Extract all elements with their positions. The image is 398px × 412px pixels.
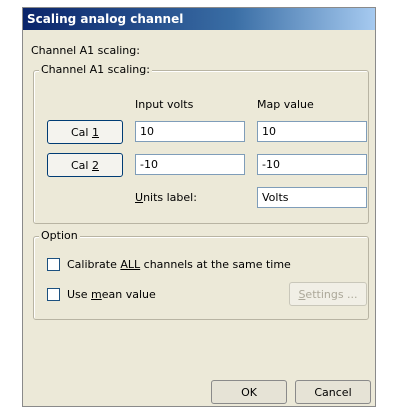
settings-button[interactable]: Settings ...	[289, 282, 367, 306]
calibrate-all-post: channels at the same time	[140, 258, 291, 271]
cal-1-button[interactable]: Cal 1	[47, 120, 123, 144]
units-label-input[interactable]	[257, 187, 367, 208]
map-value-header: Map value	[257, 98, 314, 111]
calibrate-all-accel: ALL	[120, 258, 141, 271]
cal-1-input-volts[interactable]	[135, 121, 245, 142]
use-mean-post: ean value	[101, 288, 156, 301]
use-mean-pre: Use	[67, 288, 92, 301]
settings-label: ettings ...	[305, 287, 358, 301]
cal-2-label: Cal	[71, 158, 92, 172]
cal-2-button[interactable]: Cal 2	[47, 153, 123, 177]
option-legend: Option	[39, 229, 80, 242]
units-label: Units label:	[135, 191, 197, 204]
calibrate-all-checkbox[interactable]	[47, 258, 60, 271]
use-mean-checkbox[interactable]	[47, 288, 60, 301]
cal-2-input-volts[interactable]	[135, 154, 245, 175]
use-mean-accel: m	[91, 288, 102, 301]
units-label-text: nits label:	[143, 191, 197, 204]
cal-1-label: Cal	[71, 125, 92, 139]
use-mean-label[interactable]: Use mean value	[67, 288, 156, 301]
cal-2-map-value[interactable]	[257, 154, 367, 175]
calibrate-all-label[interactable]: Calibrate ALL channels at the same time	[67, 258, 291, 271]
cancel-button[interactable]: Cancel	[295, 380, 371, 404]
ok-button[interactable]: OK	[211, 380, 287, 404]
scaling-legend: Channel A1 scaling:	[39, 63, 152, 76]
cal-1-accel: 1	[91, 125, 99, 139]
option-groupbox	[33, 236, 369, 320]
input-volts-header: Input volts	[135, 98, 194, 111]
title-bar: Scaling analog channel	[23, 8, 375, 30]
units-accel: U	[135, 191, 144, 204]
channel-heading: Channel A1 scaling:	[31, 44, 140, 57]
cal-1-map-value[interactable]	[257, 121, 367, 142]
cal-2-accel: 2	[91, 158, 99, 172]
calibrate-all-pre: Calibrate	[67, 258, 121, 271]
scaling-dialog: Scaling analog channel Channel A1 scalin…	[22, 7, 376, 407]
